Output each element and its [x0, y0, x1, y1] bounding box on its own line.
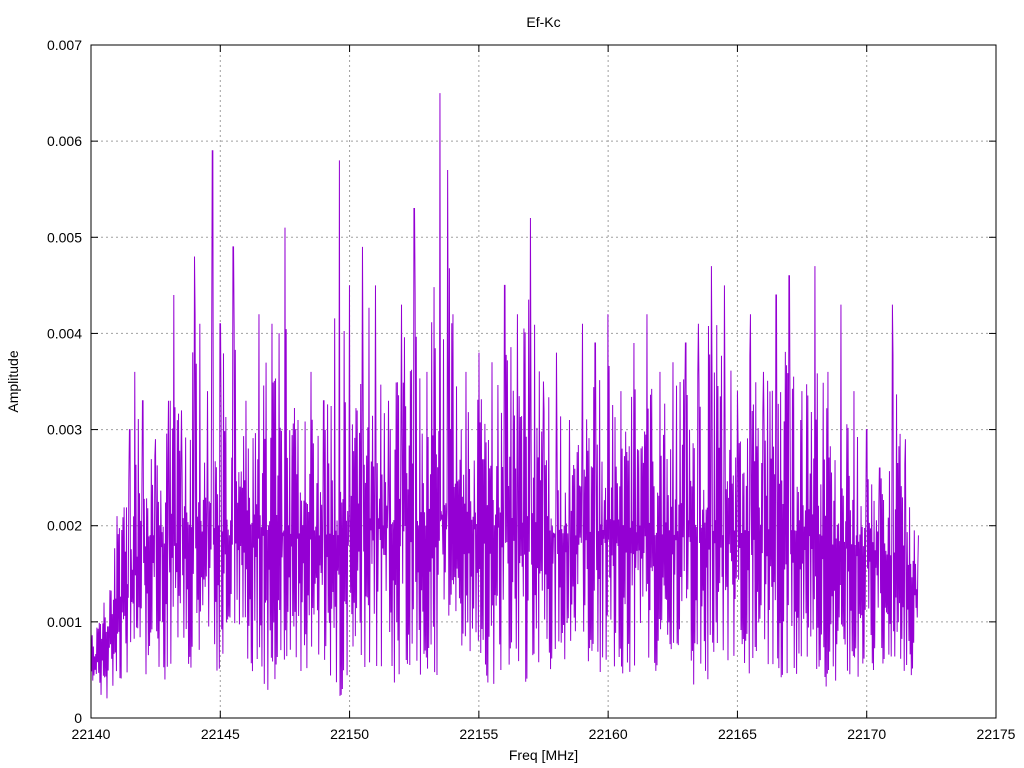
- y-tick-label: 0.006: [47, 133, 82, 149]
- x-tick-label: 22175: [977, 726, 1016, 742]
- y-tick-label: 0: [74, 710, 82, 726]
- y-tick-label: 0.002: [47, 518, 82, 534]
- y-tick-label: 0.007: [47, 37, 82, 53]
- x-axis-label: Freq [MHz]: [509, 747, 578, 763]
- x-tick-label: 22160: [589, 726, 628, 742]
- y-axis-label: Amplitude: [5, 350, 21, 412]
- x-tick-label: 22155: [459, 726, 498, 742]
- chart-title: Ef-Kc: [526, 14, 560, 30]
- x-tick-label: 22140: [72, 726, 111, 742]
- x-tick-label: 22165: [718, 726, 757, 742]
- y-tick-label: 0.003: [47, 422, 82, 438]
- y-tick-label: 0.004: [47, 325, 82, 341]
- x-tick-label: 22150: [330, 726, 369, 742]
- amplitude-spectrum-chart: 22140 22145 22150 22155 22160 22165 22170 22175…: [0, 0, 1024, 768]
- x-tick-label: 22170: [847, 726, 886, 742]
- plot-background: [0, 0, 1024, 768]
- y-tick-label: 0.001: [47, 614, 82, 630]
- x-tick-label: 22145: [201, 726, 240, 742]
- y-tick-label: 0.005: [47, 229, 82, 245]
